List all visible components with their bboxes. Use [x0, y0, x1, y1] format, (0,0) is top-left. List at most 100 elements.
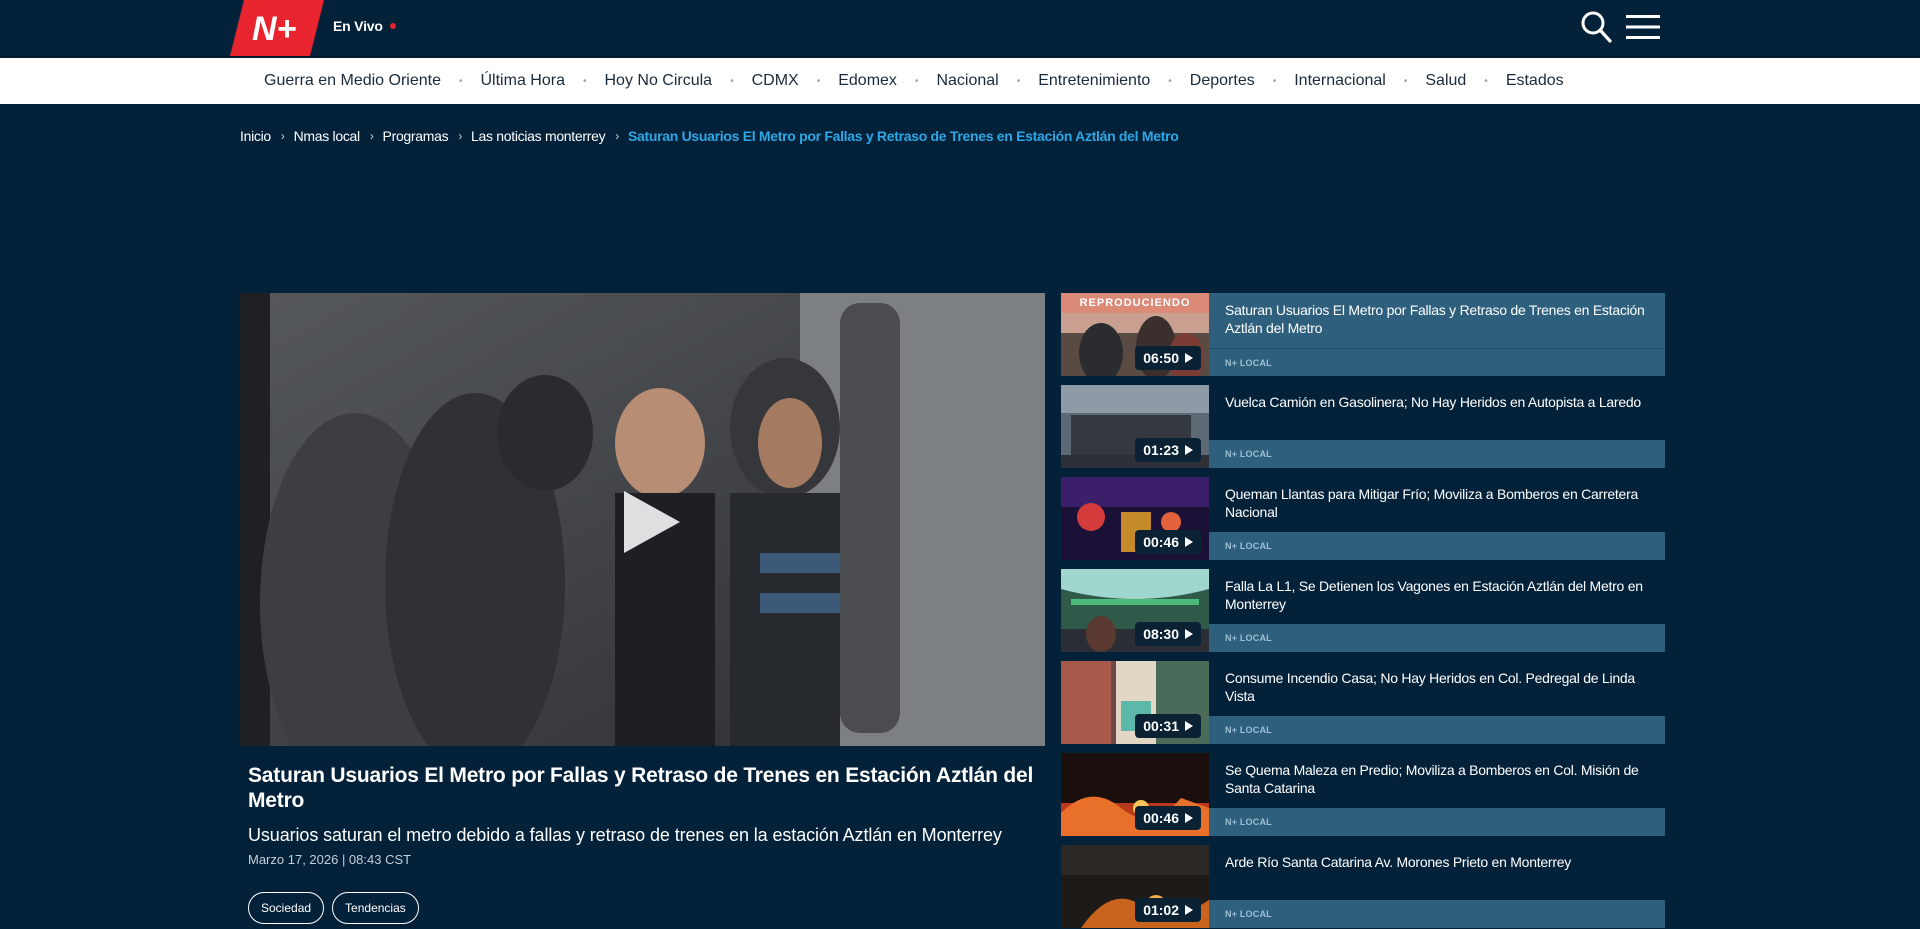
- duration-text: 06:50: [1143, 350, 1179, 366]
- duration-badge: 08:30: [1135, 622, 1201, 646]
- live-label: En Vivo: [333, 18, 383, 34]
- playlist-item[interactable]: 00:31 Consume Incendio Casa; No Hay Herid…: [1061, 661, 1665, 744]
- breadcrumb-link[interactable]: Inicio: [240, 128, 271, 144]
- playlist-item[interactable]: 00:46 Se Quema Maleza en Predio; Moviliza…: [1061, 753, 1665, 836]
- playlist-item-title[interactable]: Se Quema Maleza en Predio; Moviliza a Bo…: [1225, 761, 1653, 797]
- duration-text: 01:02: [1143, 902, 1179, 918]
- playlist-item-info: Arde Río Santa Catarina Av. Morones Prie…: [1209, 845, 1665, 928]
- play-icon: [1185, 353, 1193, 363]
- duration-text: 00:46: [1143, 534, 1179, 550]
- play-icon: [1185, 445, 1193, 455]
- play-icon: [1185, 537, 1193, 547]
- playlist-item-title[interactable]: Vuelca Camión en Gasolinera; No Hay Heri…: [1225, 393, 1653, 411]
- playlist-item-title[interactable]: Falla La L1, Se Detienen los Vagones en …: [1225, 577, 1653, 613]
- video-subtitle: Usuarios saturan el metro debido a falla…: [248, 825, 1002, 845]
- video-thumbnail[interactable]: REPRODUCIENDO 06:50: [1061, 293, 1209, 376]
- nav-item[interactable]: Última Hora: [481, 72, 565, 90]
- playlist-item-info: Vuelca Camión en Gasolinera; No Hay Heri…: [1209, 385, 1665, 468]
- playlist-item-title[interactable]: Queman Llantas para Mitigar Frío; Movili…: [1225, 485, 1653, 521]
- playlist-item-source: N+ LOCAL: [1209, 532, 1665, 560]
- chevron-right-icon: ›: [615, 129, 619, 143]
- nav-item[interactable]: Edomex: [838, 72, 897, 90]
- hamburger-menu-icon[interactable]: [1626, 14, 1660, 40]
- search-icon[interactable]: [1580, 10, 1612, 44]
- chevron-right-icon: ›: [458, 129, 463, 143]
- breadcrumb-current: Saturan Usuarios El Metro por Fallas y R…: [627, 128, 1179, 144]
- nav-separator-icon: •: [458, 75, 463, 87]
- nav-item[interactable]: Entretenimiento: [1038, 72, 1150, 90]
- nav-separator-icon: •: [730, 75, 734, 87]
- playlist-item-source: N+ LOCAL: [1209, 624, 1665, 652]
- play-icon[interactable]: [616, 487, 686, 557]
- section-nav: Guerra en Medio Oriente • Última Hora • Hoy …: [0, 58, 1920, 104]
- playlist-item[interactable]: 01:02 Arde Río Santa Catarina Av. Morones…: [1061, 845, 1665, 928]
- live-link[interactable]: En Vivo: [333, 18, 396, 34]
- top-header: N+ En Vivo: [0, 0, 1920, 56]
- duration-badge: 01:02: [1135, 898, 1201, 922]
- playlist-item[interactable]: 08:30 Falla La L1, Se Detienen los Vagone…: [1061, 569, 1665, 652]
- now-playing-label: REPRODUCIENDO: [1061, 293, 1209, 313]
- playlist-item-info: Consume Incendio Casa; No Hay Heridos en…: [1209, 661, 1665, 744]
- play-icon: [1185, 721, 1193, 731]
- nav-item[interactable]: Guerra en Medio Oriente: [264, 72, 441, 90]
- nav-item[interactable]: Estados: [1506, 72, 1564, 90]
- nav-item[interactable]: CDMX: [752, 72, 799, 90]
- nav-item[interactable]: Nacional: [936, 72, 998, 90]
- section-nav-list: Guerra en Medio Oriente • Última Hora • Hoy …: [0, 58, 1920, 104]
- playlist-item-source: N+ LOCAL: [1209, 900, 1665, 928]
- duration-badge: 00:31: [1135, 714, 1201, 738]
- playlist-item-title[interactable]: Arde Río Santa Catarina Av. Morones Prie…: [1225, 853, 1653, 871]
- duration-text: 08:30: [1143, 626, 1179, 642]
- play-icon: [1185, 905, 1193, 915]
- video-thumbnail[interactable]: 00:46: [1061, 753, 1209, 836]
- playlist-item-info: Falla La L1, Se Detienen los Vagones en …: [1209, 569, 1665, 652]
- video-thumbnail[interactable]: 00:46: [1061, 477, 1209, 560]
- nav-separator-icon: •: [1484, 75, 1488, 87]
- tag-list: Sociedad Tendencias: [248, 892, 419, 924]
- duration-text: 01:23: [1143, 442, 1179, 458]
- logo-text: N+: [252, 10, 297, 48]
- breadcrumb-link[interactable]: Nmas local: [294, 128, 361, 144]
- video-player[interactable]: [240, 293, 1045, 746]
- video-thumbnail[interactable]: 08:30: [1061, 569, 1209, 652]
- playlist-item-info: Se Quema Maleza en Predio; Moviliza a Bo…: [1209, 753, 1665, 836]
- playlist-item-source: N+ LOCAL: [1209, 716, 1665, 744]
- nav-separator-icon: •: [1168, 75, 1172, 87]
- tag-chip[interactable]: Tendencias: [332, 892, 419, 924]
- playlist-item[interactable]: REPRODUCIENDO 06:50 Saturan Usuarios El Me…: [1061, 293, 1665, 376]
- nav-item[interactable]: Deportes: [1190, 72, 1255, 90]
- chevron-right-icon: ›: [280, 129, 285, 143]
- nav-separator-icon: •: [914, 75, 919, 87]
- playlist-item-source: N+ LOCAL: [1209, 808, 1665, 836]
- breadcrumb: Inicio › Nmas local › Programas › Las noticias…: [240, 128, 1179, 144]
- duration-badge: 01:23: [1135, 438, 1201, 462]
- nav-separator-icon: •: [816, 75, 821, 87]
- playlist-item[interactable]: 01:23 Vuelca Camión en Gasolinera; No Hay…: [1061, 385, 1665, 468]
- play-icon: [1185, 813, 1193, 823]
- video-date: Marzo 17, 2026 | 08:43 CST: [248, 852, 412, 867]
- duration-text: 00:31: [1143, 718, 1179, 734]
- duration-badge: 00:46: [1135, 530, 1201, 554]
- nav-item[interactable]: Internacional: [1294, 72, 1386, 90]
- video-thumbnail[interactable]: 01:02: [1061, 845, 1209, 928]
- breadcrumb-link[interactable]: Las noticias monterrey: [471, 128, 606, 144]
- playlist-item-info: Queman Llantas para Mitigar Frío; Movili…: [1209, 477, 1665, 560]
- nmas-logo[interactable]: N+: [230, 0, 324, 56]
- playlist-item-info: Saturan Usuarios El Metro por Fallas y R…: [1209, 293, 1665, 376]
- video-thumbnail[interactable]: 00:31: [1061, 661, 1209, 744]
- live-dot-icon: [389, 23, 396, 29]
- playlist-item-source: N+ LOCAL: [1209, 440, 1665, 468]
- tag-chip[interactable]: Sociedad: [248, 892, 325, 924]
- playlist-item-title[interactable]: Saturan Usuarios El Metro por Fallas y R…: [1225, 301, 1653, 337]
- breadcrumb-link[interactable]: Programas: [383, 128, 449, 144]
- nav-separator-icon: •: [582, 75, 587, 87]
- video-title: Saturan Usuarios El Metro por Fallas y R…: [248, 764, 1034, 812]
- nav-separator-icon: •: [1403, 75, 1408, 87]
- duration-badge: 00:46: [1135, 806, 1201, 830]
- nav-item[interactable]: Hoy No Circula: [604, 72, 712, 90]
- playlist-item[interactable]: 00:46 Queman Llantas para Mitigar Frío; M…: [1061, 477, 1665, 560]
- nav-separator-icon: •: [1016, 75, 1021, 87]
- video-thumbnail[interactable]: 01:23: [1061, 385, 1209, 468]
- nav-item[interactable]: Salud: [1425, 72, 1466, 90]
- playlist-item-title[interactable]: Consume Incendio Casa; No Hay Heridos en…: [1225, 669, 1653, 705]
